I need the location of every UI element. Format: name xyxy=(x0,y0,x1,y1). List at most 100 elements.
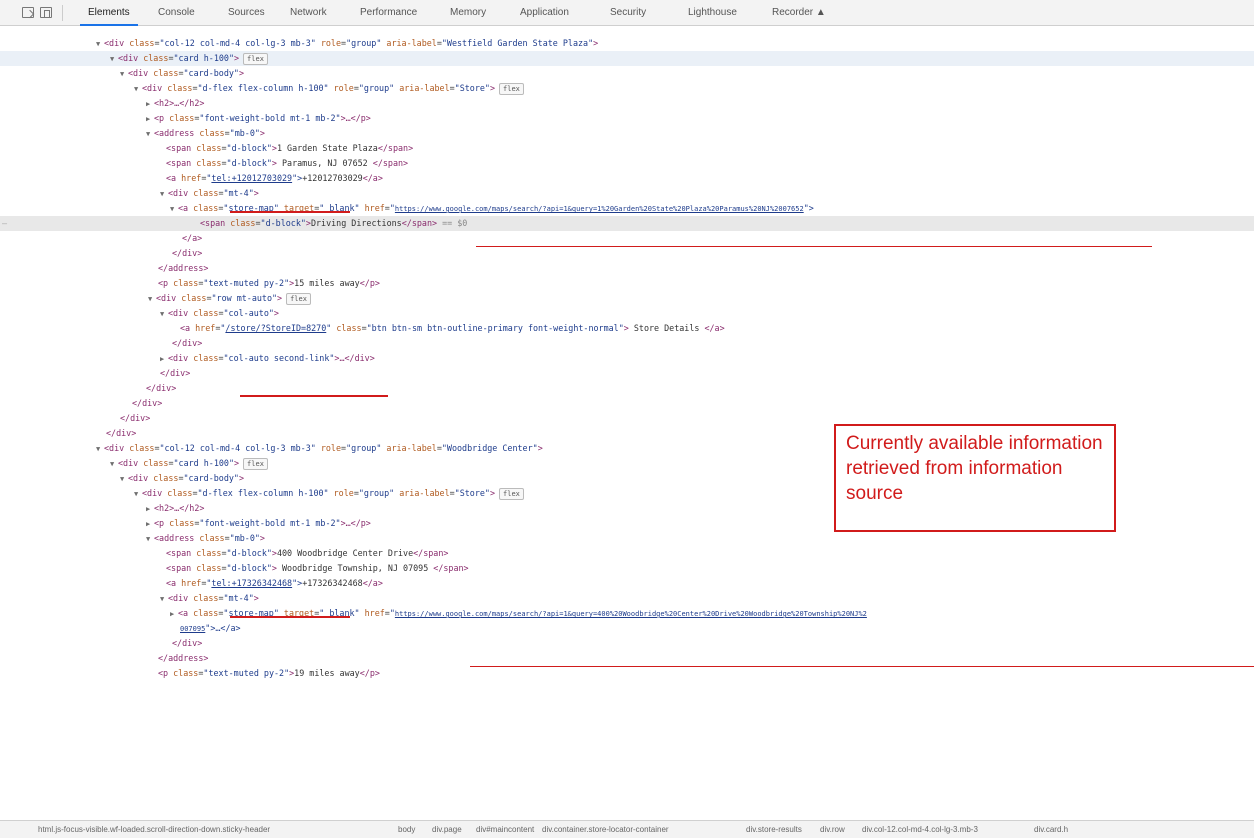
breadcrumb-item[interactable]: div.container.store-locator-container xyxy=(542,821,669,838)
expand-triangle-icon[interactable]: ▼ xyxy=(160,187,168,202)
flex-badge[interactable]: flex xyxy=(499,487,524,500)
store-map-link[interactable]: https://www.google.com/maps/search/?api=… xyxy=(395,205,804,213)
dom-node-row[interactable]: ▼ <div class="mt-4"> xyxy=(0,591,1254,606)
annotation-underline xyxy=(240,395,388,397)
flex-badge[interactable]: flex xyxy=(243,457,268,470)
dom-node-row[interactable]: ▶ <p class="font-weight-bold mt-1 mb-2">…… xyxy=(0,111,1254,126)
dom-node-row[interactable]: ▶ <h2>…</h2> xyxy=(0,96,1254,111)
breadcrumb-item[interactable]: html.js-focus-visible.wf-loaded.scroll-d… xyxy=(38,821,270,838)
dom-node-row[interactable]: </div> xyxy=(0,396,1254,411)
dom-node-row[interactable]: <a href="tel:+12012703029">+12012703029<… xyxy=(0,171,1254,186)
annotation-callout: Currently available information retrieve… xyxy=(834,424,1116,532)
dom-node-row[interactable]: ▼ <div class="col-12 col-md-4 col-lg-3 mb… xyxy=(0,36,1254,51)
collapse-triangle-icon[interactable]: ▶ xyxy=(160,352,168,367)
expand-triangle-icon[interactable]: ▼ xyxy=(160,307,168,322)
expand-triangle-icon[interactable]: ▼ xyxy=(120,67,128,82)
expand-triangle-icon[interactable]: ▼ xyxy=(120,472,128,487)
collapse-triangle-icon[interactable]: ▶ xyxy=(170,607,178,622)
dom-node-row[interactable]: <span class="d-block">1 Garden State Pla… xyxy=(0,141,1254,156)
dom-node-row[interactable]: ▼ <address class="mb-0"> xyxy=(0,126,1254,141)
breadcrumb-item[interactable]: div.store-results xyxy=(746,821,802,838)
dom-node-row[interactable]: </address> xyxy=(0,651,1254,666)
tab-application[interactable]: Application xyxy=(520,0,569,26)
annotation-underline xyxy=(476,246,1152,247)
dom-node-row[interactable]: ▼ <a class="store-map" target="_blank" hr… xyxy=(0,201,1254,216)
dom-node-row[interactable]: ▼ <div class="row mt-auto"> flex xyxy=(0,291,1254,306)
dom-node-row[interactable]: <span class="d-block">400 Woodbridge Cen… xyxy=(0,546,1254,561)
flask-icon: ▲ xyxy=(815,7,826,18)
dom-node-row[interactable]: ▼ <div class="d-flex flex-column h-100" r… xyxy=(0,81,1254,96)
expand-triangle-icon[interactable]: ▼ xyxy=(134,82,142,97)
annotation-underline xyxy=(230,211,350,213)
device-toolbar-icon[interactable] xyxy=(40,7,52,18)
collapse-triangle-icon[interactable]: ▶ xyxy=(146,502,154,517)
store-map-link[interactable]: https://www.google.com/maps/search/?api=… xyxy=(395,610,867,618)
tab-recorder[interactable]: Recorder ▲ xyxy=(772,0,826,26)
dom-node-row[interactable]: </a> xyxy=(0,231,1254,246)
dom-node-row[interactable]: </div> xyxy=(0,381,1254,396)
annotation-underline xyxy=(470,666,1254,667)
inspect-element-icon[interactable] xyxy=(22,7,34,18)
dom-node-row[interactable]: ▼ <div class="card h-100"> flex xyxy=(0,51,1254,66)
expand-triangle-icon[interactable]: ▼ xyxy=(96,442,104,457)
breadcrumb-item[interactable]: body xyxy=(398,821,415,838)
breadcrumb-item[interactable]: div.page xyxy=(432,821,462,838)
breadcrumb-item[interactable]: div.row xyxy=(820,821,845,838)
tab-network[interactable]: Network xyxy=(290,0,327,26)
dom-breadcrumb-bar: html.js-focus-visible.wf-loaded.scroll-d… xyxy=(0,820,1254,838)
flex-badge[interactable]: flex xyxy=(499,82,524,95)
dom-node-row[interactable]: <p class="text-muted py-2">19 miles away… xyxy=(0,666,1254,681)
dom-node-row[interactable]: ▼ <div class="mt-4"> xyxy=(0,186,1254,201)
tab-console[interactable]: Console xyxy=(158,0,195,26)
collapse-triangle-icon[interactable]: ▶ xyxy=(146,517,154,532)
dom-node-row[interactable]: 007095">…</a> xyxy=(0,621,1254,636)
breadcrumb-item[interactable]: div#maincontent xyxy=(476,821,534,838)
store-details-link[interactable]: /store/?StoreID=8270 xyxy=(225,323,326,333)
devtools-toolbar: Elements Console Sources Network Perform… xyxy=(0,0,1254,26)
dom-node-row[interactable]: ▼ <div class="card-body"> xyxy=(0,66,1254,81)
expand-triangle-icon[interactable]: ▼ xyxy=(160,592,168,607)
annotation-underline xyxy=(230,616,350,618)
dom-node-row[interactable]: </address> xyxy=(0,261,1254,276)
tab-elements[interactable]: Elements xyxy=(80,0,138,26)
tab-lighthouse[interactable]: Lighthouse xyxy=(688,0,737,26)
dom-node-row[interactable]: </div> xyxy=(0,366,1254,381)
dom-node-row[interactable]: <a href="/store/?StoreID=8270" class="bt… xyxy=(0,321,1254,336)
tab-performance[interactable]: Performance xyxy=(360,0,417,26)
dom-node-row[interactable]: <span class="d-block"> Paramus, NJ 07652… xyxy=(0,156,1254,171)
expand-triangle-icon[interactable]: ▼ xyxy=(110,52,118,67)
breadcrumb-item[interactable]: div.card.h xyxy=(1034,821,1068,838)
expand-triangle-icon[interactable]: ▼ xyxy=(96,37,104,52)
ellipsis-icon[interactable]: — xyxy=(2,216,7,231)
dom-node-row[interactable]: </div> xyxy=(0,336,1254,351)
dom-node-row[interactable]: <span class="d-block"> Woodbridge Townsh… xyxy=(0,561,1254,576)
flex-badge[interactable]: flex xyxy=(243,52,268,65)
expand-triangle-icon[interactable]: ▼ xyxy=(146,532,154,547)
dom-node-row[interactable]: <p class="text-muted py-2">15 miles away… xyxy=(0,276,1254,291)
expand-triangle-icon[interactable]: ▼ xyxy=(134,487,142,502)
tel-link[interactable]: tel:+12012703029 xyxy=(211,173,292,183)
expand-triangle-icon[interactable]: ▼ xyxy=(148,292,156,307)
expand-triangle-icon[interactable]: ▼ xyxy=(146,127,154,142)
tab-sources[interactable]: Sources xyxy=(228,0,265,26)
collapse-triangle-icon[interactable]: ▶ xyxy=(146,97,154,112)
tab-recorder-label: Recorder xyxy=(772,7,814,18)
dom-node-row[interactable]: </div> xyxy=(0,246,1254,261)
dom-node-row[interactable]: ▶ <div class="col-auto second-link">…</di… xyxy=(0,351,1254,366)
dom-node-row[interactable]: </div> xyxy=(0,636,1254,651)
expand-triangle-icon[interactable]: ▼ xyxy=(110,457,118,472)
store-map-link-continued[interactable]: 007095 xyxy=(180,625,205,633)
dom-node-row[interactable]: <a href="tel:+17326342468">+17326342468<… xyxy=(0,576,1254,591)
dom-node-row[interactable]: ▼ <address class="mb-0"> xyxy=(0,531,1254,546)
dom-node-row-selected[interactable]: — <span class="d-block">Driving Direction… xyxy=(0,216,1254,231)
breadcrumb-item[interactable]: div.col-12.col-md-4.col-lg-3.mb-3 xyxy=(862,821,978,838)
flex-badge[interactable]: flex xyxy=(286,292,311,305)
dom-node-row[interactable]: ▶ <a class="store-map" target="_blank" hr… xyxy=(0,606,1254,621)
tab-security[interactable]: Security xyxy=(610,0,646,26)
dom-node-row[interactable]: ▼ <div class="col-auto"> xyxy=(0,306,1254,321)
collapse-triangle-icon[interactable]: ▶ xyxy=(146,112,154,127)
tab-memory[interactable]: Memory xyxy=(450,0,486,26)
expand-triangle-icon[interactable]: ▼ xyxy=(170,202,178,217)
tel-link[interactable]: tel:+17326342468 xyxy=(211,578,292,588)
toolbar-divider xyxy=(62,5,63,21)
